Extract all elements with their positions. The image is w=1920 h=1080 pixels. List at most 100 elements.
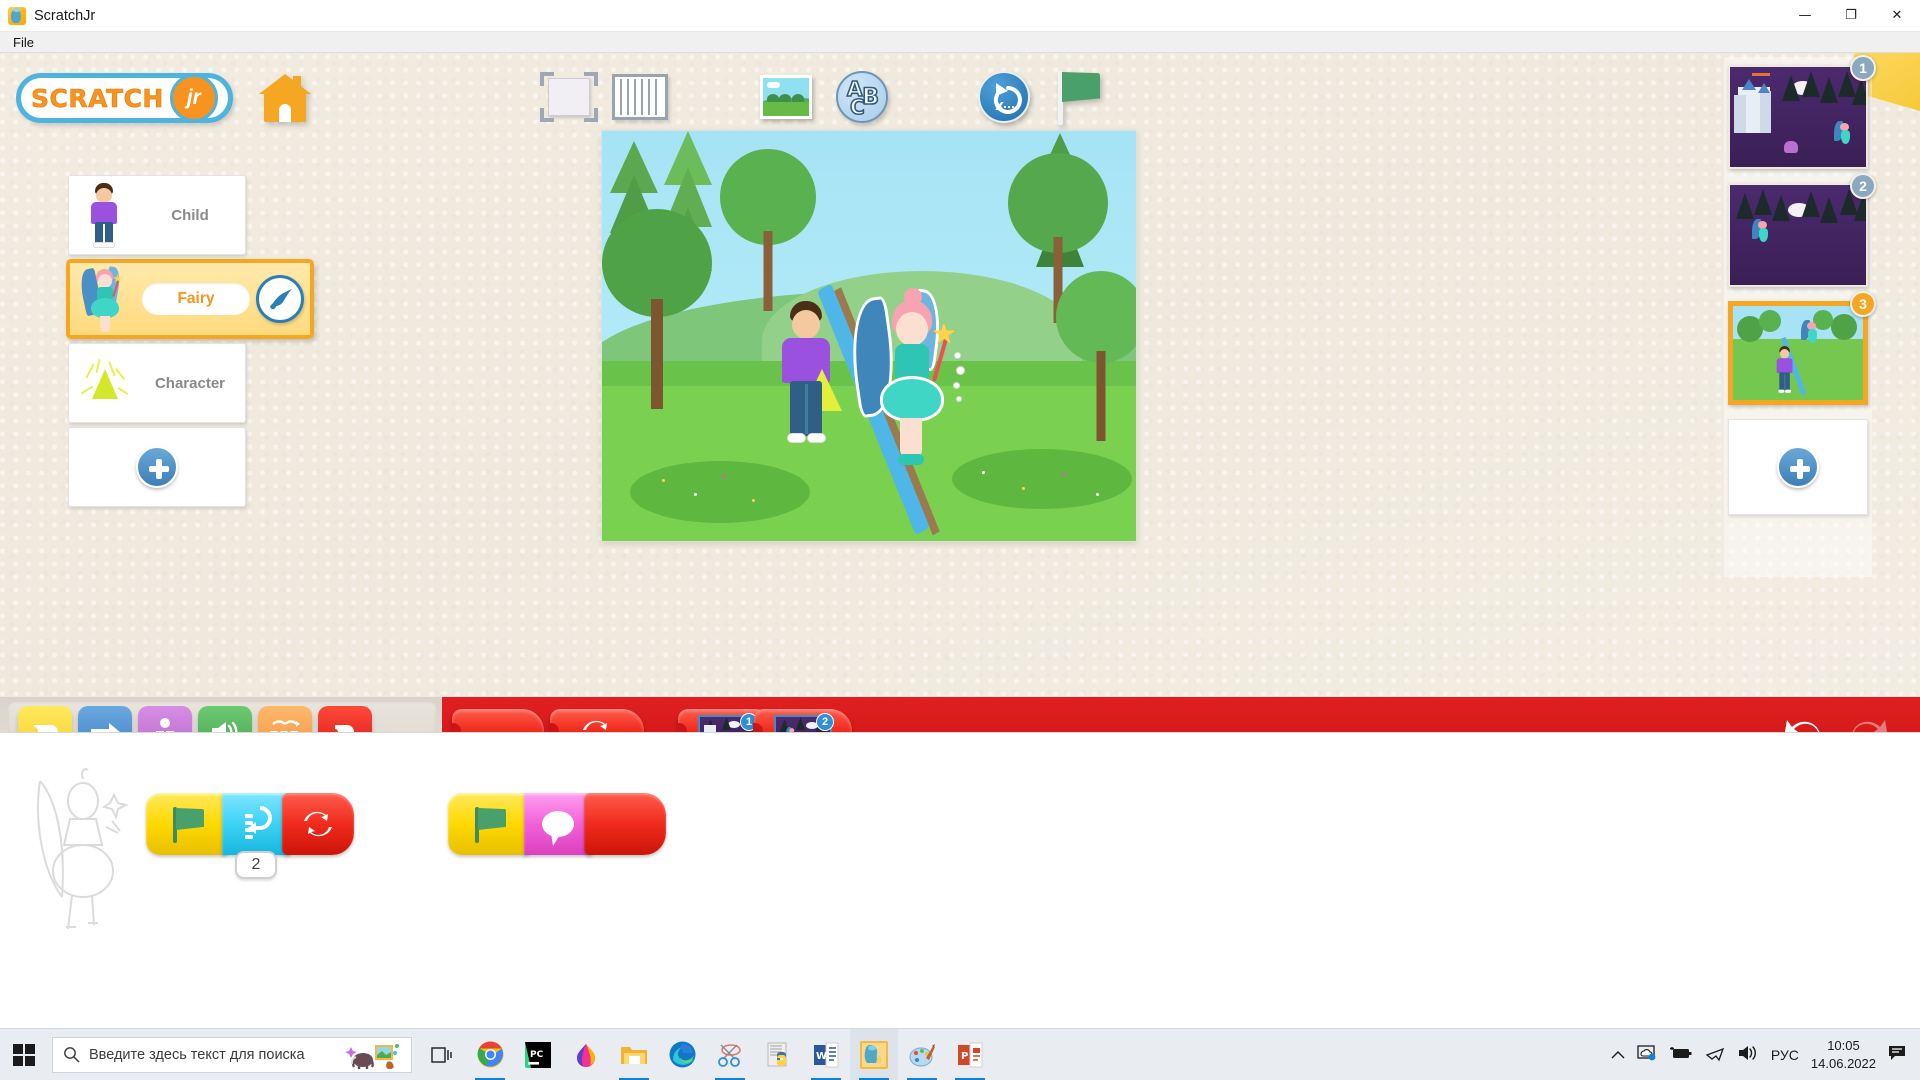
menu-item-file[interactable]: File [8, 35, 39, 50]
minimize-button[interactable]: — [1782, 0, 1828, 32]
page-scene [1728, 183, 1868, 287]
round-tree [602, 209, 712, 409]
photo-icon[interactable] [760, 75, 812, 119]
show-hidden-icons[interactable] [1611, 1046, 1625, 1064]
volume-icon[interactable] [1737, 1044, 1759, 1066]
child-sprite [73, 179, 135, 251]
page-number: 1 [1850, 55, 1876, 81]
character-label: Fairy [142, 283, 250, 315]
battery-icon[interactable] [1669, 1046, 1693, 1064]
character-card-child[interactable]: Child [68, 175, 246, 255]
script-on-green-flag-block-1[interactable] [146, 793, 230, 855]
script-end-block[interactable] [584, 793, 666, 855]
stage[interactable] [601, 130, 1137, 542]
windows-logo-icon [13, 1043, 35, 1066]
task-view-icon[interactable] [418, 1029, 466, 1080]
clock-date: 14.06.2022 [1810, 1055, 1876, 1071]
script-repeat-forever-block[interactable] [282, 793, 354, 855]
stage-sprite-fairy[interactable] [843, 286, 970, 486]
scripting-area[interactable]: 2 мы справились! [0, 732, 1920, 1028]
page-thumbnail-2[interactable]: 2 [1728, 173, 1876, 287]
page-thumbnail-1[interactable]: 1 [1728, 55, 1876, 169]
character-label: Character [154, 374, 226, 392]
page-scene [1728, 65, 1868, 169]
home-door [278, 104, 291, 122]
language-indicator[interactable]: РУС [1771, 1047, 1799, 1063]
add-page-button[interactable] [1728, 419, 1868, 515]
page-number: 3 [1850, 291, 1876, 317]
sparkle-sprite [73, 347, 135, 419]
grid-icon[interactable] [612, 74, 668, 120]
fullscreen-icon[interactable] [540, 72, 598, 122]
taskbar-apps: PC W P [418, 1028, 994, 1080]
green-flag-icon[interactable] [1056, 69, 1102, 125]
character-list: Child Fairy Character [66, 175, 314, 507]
taskbar-app-krita[interactable] [562, 1029, 610, 1080]
paint-editor-icon[interactable] [256, 275, 304, 323]
script-on-green-flag-block-2[interactable] [448, 793, 532, 855]
round-tree [1056, 271, 1136, 441]
windows-taskbar: Введите здесь текст для поиска PC W P РУ… [0, 1028, 1920, 1080]
search-input[interactable]: Введите здесь текст для поиска [52, 1036, 412, 1073]
menubar: File [0, 32, 1920, 53]
abc-icon[interactable]: ABC [836, 71, 888, 123]
script-say-block[interactable] [524, 793, 592, 855]
search-illustration-icon [345, 1043, 399, 1069]
taskbar-app-pycharm[interactable]: PC [514, 1029, 562, 1080]
reset-arrow: x [993, 83, 1022, 114]
flower-patch [630, 461, 810, 523]
taskbar-app-chrome[interactable] [466, 1029, 514, 1080]
svg-text:W: W [816, 1051, 827, 1062]
page-scene [1728, 301, 1868, 405]
page-badge: 2 [816, 713, 834, 731]
clock-time: 10:05 [1827, 1037, 1860, 1053]
taskbar-app-snipping-tool[interactable] [706, 1029, 754, 1080]
taskbar-app-file-explorer[interactable] [610, 1029, 658, 1080]
notification-icon[interactable] [1888, 1044, 1908, 1066]
scratchjr-logo: SCRATCH jr [16, 73, 233, 123]
logo-text: SCRATCH [31, 83, 164, 113]
taskbar-app-microsoft-edge[interactable] [658, 1029, 706, 1080]
add-character-button[interactable] [68, 427, 246, 507]
script-repeat-block[interactable]: 2 [222, 793, 290, 879]
round-tree [720, 149, 816, 311]
taskbar-app-powerpoint[interactable]: P [946, 1029, 994, 1080]
taskbar-app-microsoft-word[interactable]: W [802, 1029, 850, 1080]
airplane-mode-icon[interactable] [1705, 1044, 1725, 1066]
repeat-down-icon [245, 806, 272, 839]
corner-bl [540, 108, 554, 122]
branding: SCRATCH jr [16, 73, 311, 123]
svg-text:PC: PC [530, 1050, 544, 1060]
character-label: Child [171, 206, 209, 224]
character-card-fairy[interactable]: Fairy [66, 259, 314, 339]
home-icon[interactable] [258, 74, 311, 122]
maximize-button[interactable]: ❐ [1828, 0, 1874, 32]
green-flag-icon [473, 805, 507, 843]
page-thumbnail-3[interactable]: 3 [1728, 291, 1876, 405]
start-button[interactable] [0, 1029, 48, 1080]
taskbar-app-python-idle[interactable] [754, 1029, 802, 1080]
taskbar-app-paint[interactable] [898, 1029, 946, 1080]
green-flag-icon [171, 805, 205, 843]
window-title: ScratchJr [34, 7, 96, 24]
character-card-character[interactable]: Character [68, 343, 246, 423]
repeat-count-input[interactable]: 2 [235, 851, 277, 879]
reset-x-icon[interactable]: x [978, 71, 1030, 123]
corner-br [584, 108, 598, 122]
onedrive-icon[interactable] [1637, 1044, 1657, 1066]
clock[interactable]: 10:05 14.06.2022 [1811, 1037, 1876, 1072]
svg-text:P: P [961, 1051, 968, 1062]
fairy-outline [26, 767, 136, 937]
taskbar-app-scratchjr[interactable] [850, 1028, 898, 1080]
brush-icon [270, 289, 292, 310]
corner-tl [540, 72, 554, 86]
home-roof [258, 74, 311, 94]
scratchjr-app: SCRATCH jr Child Fairy Character A B C x… [0, 53, 1920, 1028]
svg-text:x: x [995, 98, 1004, 114]
close-button[interactable]: ✕ [1874, 0, 1920, 32]
corner-tr [584, 72, 598, 86]
stage-sprite-child[interactable] [777, 301, 842, 449]
system-tray: РУС 10:05 14.06.2022 [1611, 1029, 1920, 1080]
pages-panel: 1 2 3 [1724, 55, 1876, 577]
repeat-icon [304, 811, 332, 837]
